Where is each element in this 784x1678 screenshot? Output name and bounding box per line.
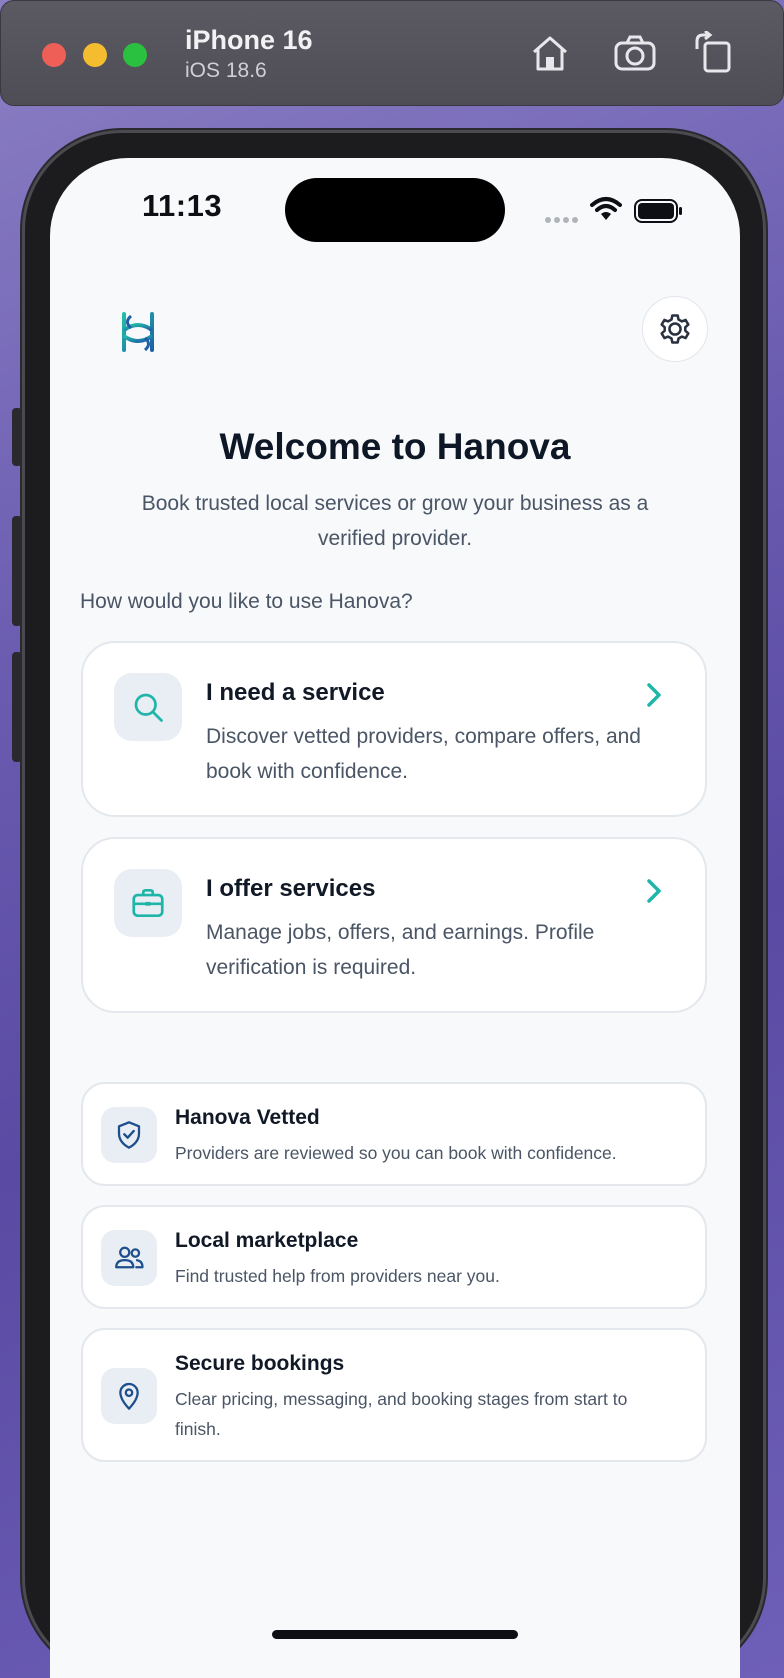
role-title: I offer services xyxy=(206,875,376,902)
feature-title: Secure bookings xyxy=(175,1352,345,1375)
role-title: I need a service xyxy=(206,679,385,706)
cellular-signal-icon xyxy=(545,217,578,223)
os-version: iOS 18.6 xyxy=(185,59,267,82)
feature-card-vetted: Hanova Vetted Providers are reviewed so … xyxy=(81,1082,707,1186)
feature-icon-box xyxy=(101,1368,157,1424)
minimize-window-button[interactable] xyxy=(83,43,107,67)
chevron-right-icon xyxy=(647,683,661,707)
shield-check-icon xyxy=(117,1121,141,1149)
role-icon-box xyxy=(114,869,182,937)
feature-description: Find trusted help from providers near yo… xyxy=(175,1266,500,1286)
page-title: Welcome to Hanova xyxy=(219,426,571,467)
chevron-right-icon xyxy=(647,879,661,903)
wifi-icon xyxy=(590,197,622,220)
rotate-icon[interactable] xyxy=(691,31,735,75)
volume-down-button xyxy=(12,652,22,762)
volume-up-button xyxy=(12,516,22,626)
action-button xyxy=(12,408,22,466)
offer-services-card[interactable]: I offer services Manage jobs, offers, an… xyxy=(81,837,707,1013)
need-service-card[interactable]: I need a service Discover vetted provide… xyxy=(81,641,707,817)
feature-title: Local marketplace xyxy=(175,1229,359,1252)
page-subtitle: Book trusted local services or grow your… xyxy=(141,492,649,550)
hanova-logo-icon xyxy=(122,312,154,352)
feature-card-marketplace: Local marketplace Find trusted help from… xyxy=(81,1205,707,1309)
dynamic-island xyxy=(285,178,505,242)
feature-title: Hanova Vetted xyxy=(175,1106,320,1129)
settings-button[interactable] xyxy=(642,296,708,362)
role-description: Manage jobs, offers, and earnings. Profi… xyxy=(206,921,595,979)
status-time: 11:13 xyxy=(142,188,223,223)
app-screen: 11:13 Welcome to Hanova Book trusted loc… xyxy=(50,158,740,1678)
role-icon-box xyxy=(114,673,182,741)
briefcase-icon xyxy=(132,888,164,918)
feature-card-secure: Secure bookings Clear pricing, messaging… xyxy=(81,1328,707,1462)
role-description: Discover vetted providers, compare offer… xyxy=(206,725,641,783)
device-name: iPhone 16 xyxy=(185,25,313,55)
feature-icon-box xyxy=(101,1107,157,1163)
role-prompt: How would you like to use Hanova? xyxy=(80,590,413,613)
location-pin-icon xyxy=(119,1382,139,1410)
home-indicator[interactable] xyxy=(272,1630,518,1639)
close-window-button[interactable] xyxy=(42,43,66,67)
gear-icon xyxy=(660,314,690,344)
search-icon xyxy=(134,693,163,722)
zoom-window-button[interactable] xyxy=(123,43,147,67)
people-icon xyxy=(115,1246,144,1269)
home-icon[interactable] xyxy=(528,31,572,75)
feature-description: Providers are reviewed so you can book w… xyxy=(175,1143,617,1163)
battery-icon xyxy=(634,199,682,223)
simulator-title-bar: iPhone 16 iOS 18.6 xyxy=(0,0,784,106)
feature-icon-box xyxy=(101,1230,157,1286)
feature-description: Clear pricing, messaging, and booking st… xyxy=(175,1389,628,1439)
screenshot-camera-icon[interactable] xyxy=(613,31,657,75)
